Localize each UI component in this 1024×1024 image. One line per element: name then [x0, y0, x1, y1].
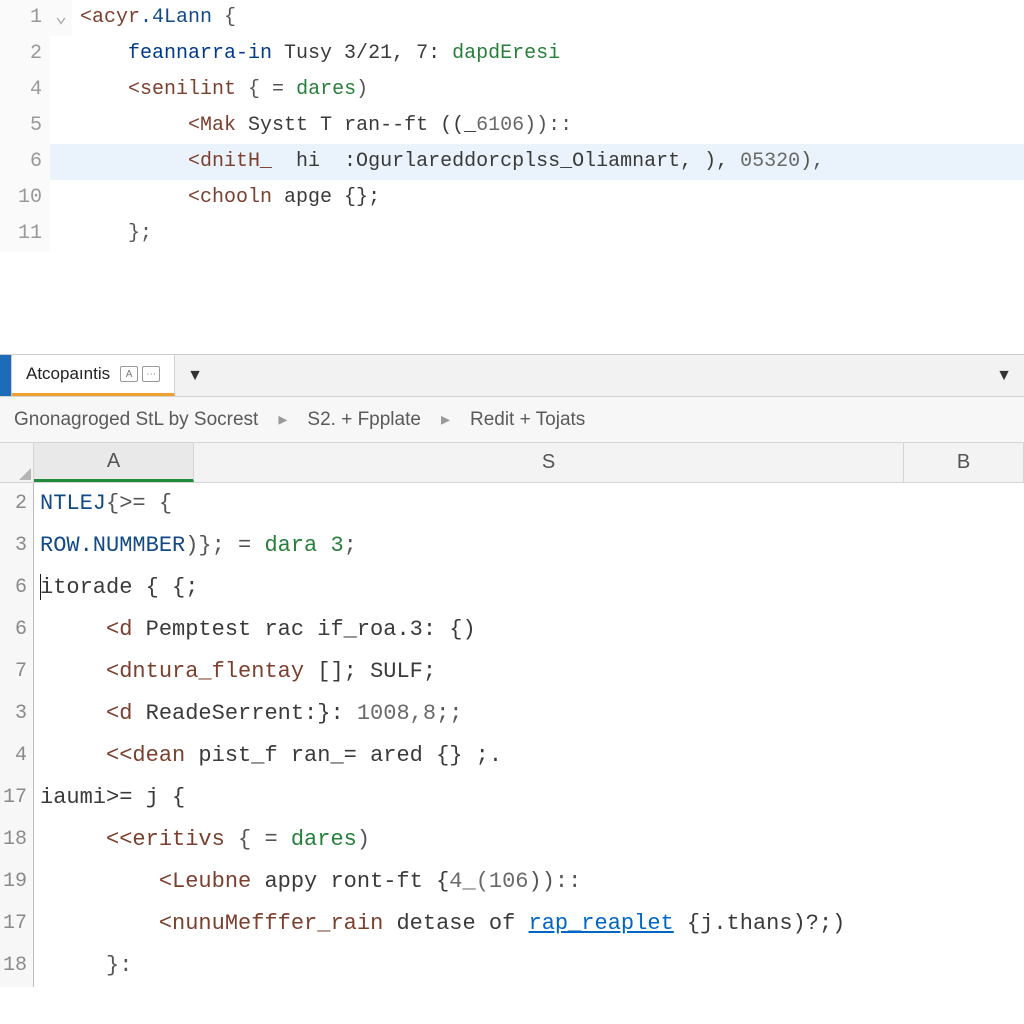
code-line[interactable]: 4 <<dean pist_f ran_= ared {} ;. — [0, 735, 1024, 777]
tab-dropdown-icon[interactable]: ▼ — [175, 355, 215, 396]
code-line[interactable]: 7 <dntura_flentay []; SULF; — [0, 651, 1024, 693]
line-number: 3 — [0, 525, 34, 567]
line-number: 6 — [0, 567, 34, 609]
line-number: 19 — [0, 861, 34, 903]
chevron-right-icon: ▸ — [278, 409, 287, 430]
code-text[interactable]: iaumi>= j { — [34, 777, 185, 819]
code-line[interactable]: 17 <nunuMefffer_rain detase of rap_reapl… — [0, 903, 1024, 945]
column-header-b[interactable]: B — [904, 443, 1024, 482]
code-text[interactable]: <nunuMefffer_rain detase of rap_reaplet … — [34, 903, 845, 945]
code-text[interactable]: <dnitH_ hi :Ogurlareddorcplss_Oliamnart,… — [72, 144, 824, 180]
line-number: 7 — [0, 651, 34, 693]
line-number: 10 — [0, 180, 50, 216]
code-text[interactable]: <<dean pist_f ran_= ared {} ;. — [34, 735, 502, 777]
code-text[interactable]: <senilint { = dares) — [72, 72, 368, 108]
crumb-3[interactable]: Redit + Tojats — [460, 409, 595, 431]
crumb-1[interactable]: Gnonagroged StL by Socrest — [4, 409, 268, 431]
code-line[interactable]: 18 }: — [0, 945, 1024, 987]
fold-chevron-icon[interactable]: ⌄ — [50, 0, 72, 36]
column-header-s[interactable]: S — [194, 443, 904, 482]
code-area: 1 ⌄ <acyr.4Lann { 2 feannarra-in Tusy 3/… — [0, 0, 1024, 354]
code-line-6-highlighted[interactable]: 6 <dnitH_ hi :Ogurlareddorcplss_Oliamnar… — [0, 144, 1024, 180]
code-line[interactable]: 2 NTLEJ{>= { — [0, 483, 1024, 525]
code-line[interactable]: 17 iaumi>= j { — [0, 777, 1024, 819]
code-text[interactable]: <chooln apge {}; — [72, 180, 380, 216]
code-text[interactable]: NTLEJ{>= { — [34, 483, 172, 525]
line-number: 11 — [0, 216, 50, 252]
line-number: 2 — [0, 36, 50, 72]
tab-marker-icon — [0, 355, 12, 396]
line-number: 17 — [0, 777, 34, 819]
line-number: 3 — [0, 693, 34, 735]
code-text[interactable]: <Leubne appy ront-ft {4_(106)):: — [34, 861, 581, 903]
tab-meta-icon[interactable]: A — [120, 366, 138, 382]
code-line-4[interactable]: 4 <senilint { = dares) — [0, 72, 1024, 108]
code-text[interactable]: <dntura_flentay []; SULF; — [34, 651, 436, 693]
column-header-a[interactable]: A — [34, 443, 194, 482]
code-line[interactable]: 3 <d ReadeSerrent:}: 1008,8;; — [0, 693, 1024, 735]
code-text[interactable]: itorade { {; — [34, 567, 198, 609]
line-number: 6 — [0, 609, 34, 651]
code-line[interactable]: 18 <<eritivs { = dares) — [0, 819, 1024, 861]
tab-label: Atcopaıntis — [26, 364, 110, 384]
code-text[interactable]: <acyr.4Lann { — [72, 0, 236, 36]
code-text[interactable]: }; — [72, 216, 152, 252]
line-number: 4 — [0, 735, 34, 777]
top-code-editor[interactable]: 1 ⌄ <acyr.4Lann { 2 feannarra-in Tusy 3/… — [0, 0, 1024, 355]
code-line-11[interactable]: 11 }; — [0, 216, 1024, 252]
code-text[interactable]: }: — [34, 945, 132, 987]
code-line[interactable]: 3 ROW.NUMMBER)}; = dara 3; — [0, 525, 1024, 567]
line-number: 5 — [0, 108, 50, 144]
code-line-1[interactable]: 1 ⌄ <acyr.4Lann { — [0, 0, 1024, 36]
code-text[interactable]: <d ReadeSerrent:}: 1008,8;; — [34, 693, 462, 735]
tab-more-icon[interactable]: ⋯ — [142, 366, 160, 382]
code-text[interactable]: <Mak Systt T ran--ft ((_6106)):: — [72, 108, 572, 144]
line-number: 18 — [0, 819, 34, 861]
bottom-code-editor[interactable]: 2 NTLEJ{>= { 3 ROW.NUMMBER)}; = dara 3; … — [0, 483, 1024, 1024]
code-text[interactable]: <d Pemptest rac if_roa.3: {) — [34, 609, 476, 651]
column-header-row: A S B — [0, 443, 1024, 483]
code-line[interactable]: 6 itorade { {; — [0, 567, 1024, 609]
code-line-empty[interactable] — [0, 252, 1024, 288]
code-line[interactable]: 19 <Leubne appy ront-ft {4_(106)):: — [0, 861, 1024, 903]
line-number: 2 — [0, 483, 34, 525]
chevron-right-icon: ▸ — [441, 409, 450, 430]
select-all-corner[interactable] — [0, 443, 34, 482]
code-line-5[interactable]: 5 <Mak Systt T ran--ft ((_6106)):: — [0, 108, 1024, 144]
tab-bar: Atcopaıntis A ⋯ ▼ ▼ — [0, 355, 1024, 397]
code-line-2[interactable]: 2 feannarra-in Tusy 3/21, 7: dapdEresi — [0, 36, 1024, 72]
line-number: 4 — [0, 72, 50, 108]
crumb-2[interactable]: S2. + Fpplate — [297, 409, 431, 431]
tab-dropdown-right-icon[interactable]: ▼ — [984, 355, 1024, 396]
line-number: 1 — [0, 0, 50, 36]
line-number: 18 — [0, 945, 34, 987]
code-line[interactable]: 6 <d Pemptest rac if_roa.3: {) — [0, 609, 1024, 651]
code-text[interactable]: <<eritivs { = dares) — [34, 819, 370, 861]
line-number: 6 — [0, 144, 50, 180]
code-text[interactable]: ROW.NUMMBER)}; = dara 3; — [34, 525, 357, 567]
breadcrumb: Gnonagroged StL by Socrest ▸ S2. + Fppla… — [0, 397, 1024, 443]
tab-atcopaintis[interactable]: Atcopaıntis A ⋯ — [12, 355, 175, 396]
triangle-icon — [19, 468, 31, 480]
code-text[interactable]: feannarra-in Tusy 3/21, 7: dapdEresi — [72, 36, 560, 72]
code-line-10[interactable]: 10 <chooln apge {}; — [0, 180, 1024, 216]
line-number: 17 — [0, 903, 34, 945]
